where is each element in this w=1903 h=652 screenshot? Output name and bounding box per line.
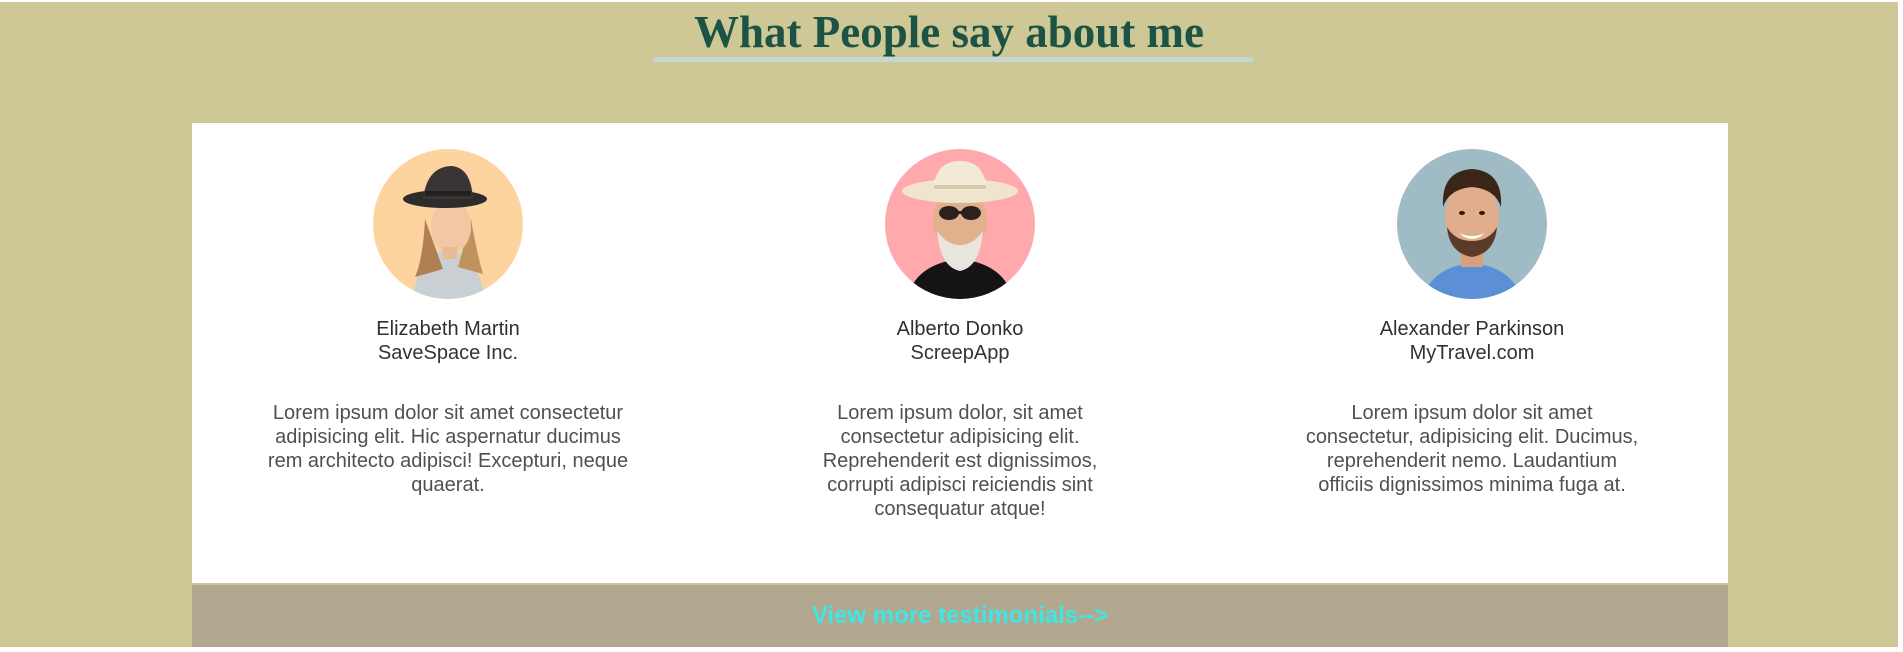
title-underline (653, 57, 1253, 62)
smiling-man-avatar-icon (1397, 149, 1547, 299)
testimonial-name: Alberto Donko (896, 318, 1024, 340)
testimonial-company: SaveSpace Inc. (377, 342, 519, 364)
man-in-cowboy-hat-avatar-icon (885, 149, 1035, 299)
section-title: What People say about me (694, 7, 1204, 57)
avatar (1397, 149, 1547, 299)
avatar (373, 149, 523, 299)
avatar (885, 149, 1035, 299)
testimonial-quote: Lorem ipsum dolor, sit amet consectetur … (822, 402, 1098, 520)
testimonial-quote: Lorem ipsum dolor sit amet consectetur a… (267, 402, 629, 496)
testimonial-quote: Lorem ipsum dolor sit amet consectetur, … (1305, 402, 1639, 496)
testimonial-company: ScreepApp (910, 342, 1010, 364)
woman-in-hat-avatar-icon (373, 149, 523, 299)
view-more-testimonials-link[interactable]: View more testimonials--> (812, 602, 1108, 630)
testimonial-company: MyTravel.com (1409, 342, 1535, 364)
testimonial-name: Elizabeth Martin (376, 318, 520, 340)
testimonial-name: Alexander Parkinson (1379, 318, 1565, 340)
testimonials-card: Elizabeth Martin SaveSpace Inc. Lorem ip… (192, 123, 1728, 583)
view-more-bar: View more testimonials--> (192, 585, 1728, 647)
